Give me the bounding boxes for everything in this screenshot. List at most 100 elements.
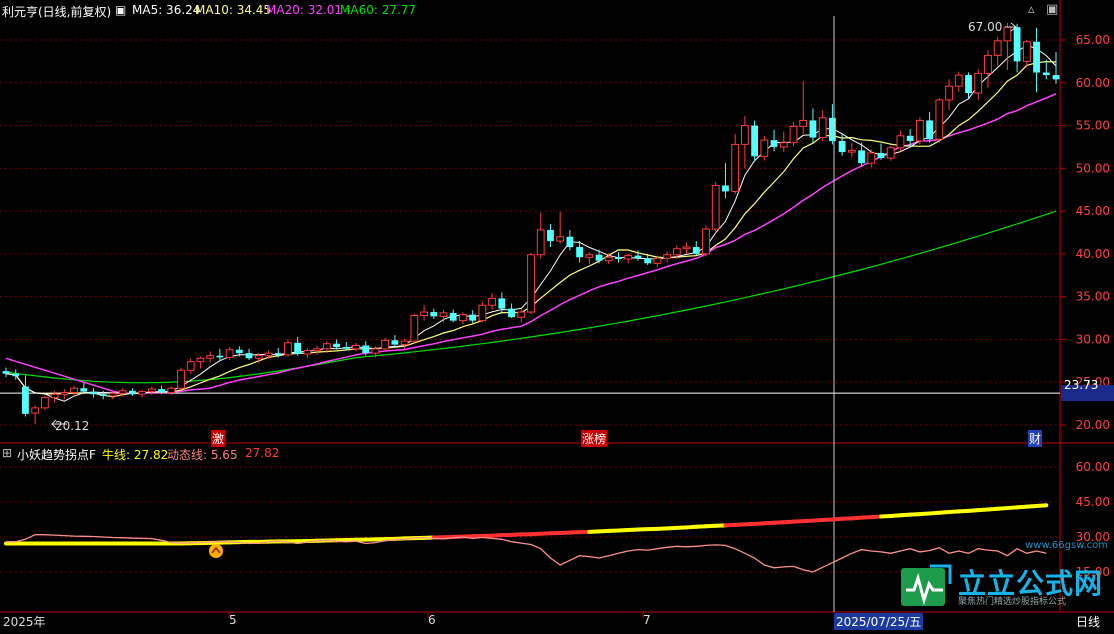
candle-body (663, 254, 672, 259)
candle-body (993, 40, 1002, 56)
candle-body (264, 352, 273, 357)
candle-body (954, 74, 963, 87)
candle-body (595, 254, 603, 261)
main-ytick-label: 50.00 (1076, 161, 1110, 175)
candle-body (410, 314, 419, 342)
candle-body (644, 258, 652, 264)
candle-body (70, 387, 78, 393)
candle-body (99, 394, 107, 396)
candle-body (896, 135, 905, 149)
candle-body (672, 248, 681, 256)
candle-body (22, 386, 29, 414)
candle-body (867, 152, 876, 164)
period-label[interactable]: 日线 (1076, 613, 1100, 630)
candle-body (118, 390, 127, 394)
low-price-label: 20.12 (55, 419, 90, 433)
indicator-toggle-icon[interactable]: ⊞ (2, 446, 12, 460)
candle-body (459, 314, 467, 322)
month-7-label: 7 (643, 613, 651, 627)
candle-body (371, 348, 380, 354)
candle-body (556, 236, 565, 242)
candle-body (439, 312, 448, 317)
year-label: 2025年 (3, 615, 46, 629)
stock-chart-window: 20.00 25.00 30.00 35.00 40.00 45.00 50.00 55.00… (0, 0, 1114, 634)
candle-body (60, 391, 69, 395)
candle-body (90, 391, 97, 395)
candle-body (984, 54, 992, 74)
candle-body (225, 349, 234, 358)
dynamic-line (6, 534, 1047, 573)
tag-zhangbang[interactable]: 涨榜 (581, 430, 608, 447)
candle-body (653, 257, 662, 264)
candle-body (469, 314, 477, 321)
candle-body (517, 311, 526, 318)
ma10-label: MA10: 34.45 (195, 3, 272, 17)
candle-body (731, 143, 740, 192)
candle-body (547, 229, 554, 242)
main-ytick-label: 40.00 (1076, 247, 1110, 261)
candle-body (1003, 26, 1012, 42)
candle-body (886, 147, 895, 159)
candle-body (789, 125, 798, 144)
high-price-label: 67.00 (968, 20, 1003, 34)
ma5-label: MA5: 36.24 (132, 3, 201, 17)
candle-body (935, 99, 944, 140)
candle-body (478, 304, 487, 322)
candle-body (926, 120, 934, 140)
candle-body (566, 236, 574, 248)
candle-body (196, 357, 205, 363)
candle-body (216, 355, 224, 358)
candle-body (31, 407, 40, 414)
candle-body (508, 308, 515, 318)
candle-body (206, 355, 215, 359)
candle-body (313, 348, 322, 352)
brand-logo-icon (901, 564, 952, 606)
ma-toggle-icon[interactable]: ▣ (115, 3, 126, 17)
candle-body (1042, 72, 1050, 76)
main-ytick-label: 35.00 (1076, 290, 1110, 304)
candle-body (692, 247, 700, 254)
candle-body (109, 392, 117, 397)
candle-body (818, 117, 827, 139)
tag-ji[interactable]: 激 (211, 430, 226, 447)
candle-body (381, 339, 390, 350)
candle-body (245, 353, 253, 359)
candle-body (1033, 41, 1040, 73)
bull-line-label: 牛线: 27.82 (102, 448, 169, 462)
candle-body (362, 345, 370, 354)
maximize-icon[interactable]: ▣ (1046, 2, 1058, 17)
candle-body (740, 125, 749, 145)
candle-body (352, 344, 360, 350)
chart-canvas[interactable]: 20.0025.0030.0035.0040.0045.0050.0055.00… (0, 0, 1114, 634)
settings-icon[interactable]: ▵ (1028, 2, 1035, 17)
candle-body (585, 254, 594, 258)
tag-cai[interactable]: 财 (1028, 430, 1043, 447)
ma20-label: MA20: 32.01 (266, 3, 343, 17)
dynamic-line-label: 动态线: 5.65 (167, 448, 238, 462)
candle-body (12, 373, 20, 377)
candle-body (400, 340, 409, 346)
main-ytick-label: 65.00 (1076, 33, 1110, 47)
candle-body (128, 390, 136, 395)
candle-body (634, 255, 642, 259)
main-ytick-label: 20.00 (1076, 418, 1110, 432)
candle-body (877, 152, 885, 159)
main-ytick-label: 55.00 (1076, 119, 1110, 133)
candle-body (527, 254, 535, 313)
candle-body (284, 342, 292, 356)
candle-body (838, 140, 846, 153)
candle-body (158, 389, 165, 393)
candle-body (2, 371, 10, 374)
brand-logo: www.66gsw.com 立立公式网 聚焦热门精选炒股指标公式 (898, 540, 1108, 610)
candle-body (604, 256, 613, 262)
candle-body (847, 149, 856, 153)
candle-body (799, 119, 808, 127)
ma10-line (5, 60, 1057, 398)
candle-body (624, 255, 633, 260)
candle-body (40, 397, 49, 409)
candle-body (391, 340, 399, 345)
ma60-label: MA60: 27.77 (340, 3, 417, 17)
signal-marker (209, 544, 223, 558)
bull-line-segment (1034, 503, 1049, 508)
candle-body (974, 72, 983, 94)
